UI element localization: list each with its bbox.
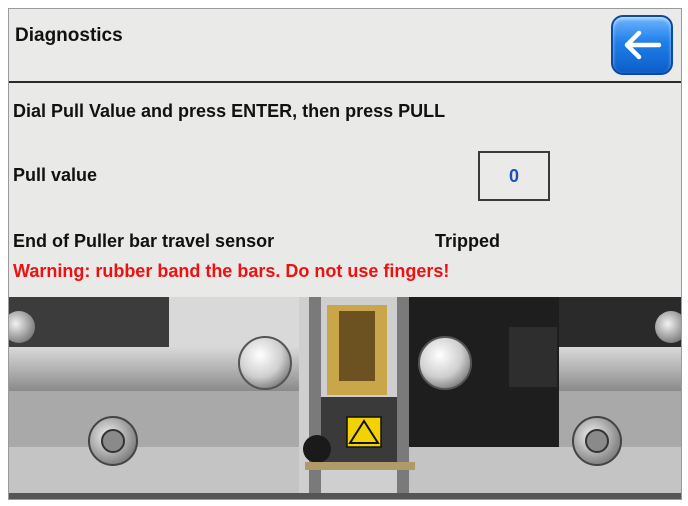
sensor-status: Tripped [435,231,501,251]
header-bar: Diagnostics [9,9,681,83]
diagnostics-screen: Diagnostics Dial Pull Value and press EN… [8,8,682,500]
left-arrow-icon [624,30,662,60]
puller-mechanism-image [9,297,681,499]
pull-value-field[interactable]: 0 [478,151,550,201]
instruction-text: Dial Pull Value and press ENTER, then pr… [13,101,446,121]
pull-value-label: Pull value [13,165,98,185]
back-button[interactable] [611,15,673,75]
warning-text: Warning: rubber band the bars. Do not us… [13,261,450,281]
sensor-label: End of Puller bar travel sensor [13,231,275,251]
page-title: Diagnostics [15,25,123,46]
